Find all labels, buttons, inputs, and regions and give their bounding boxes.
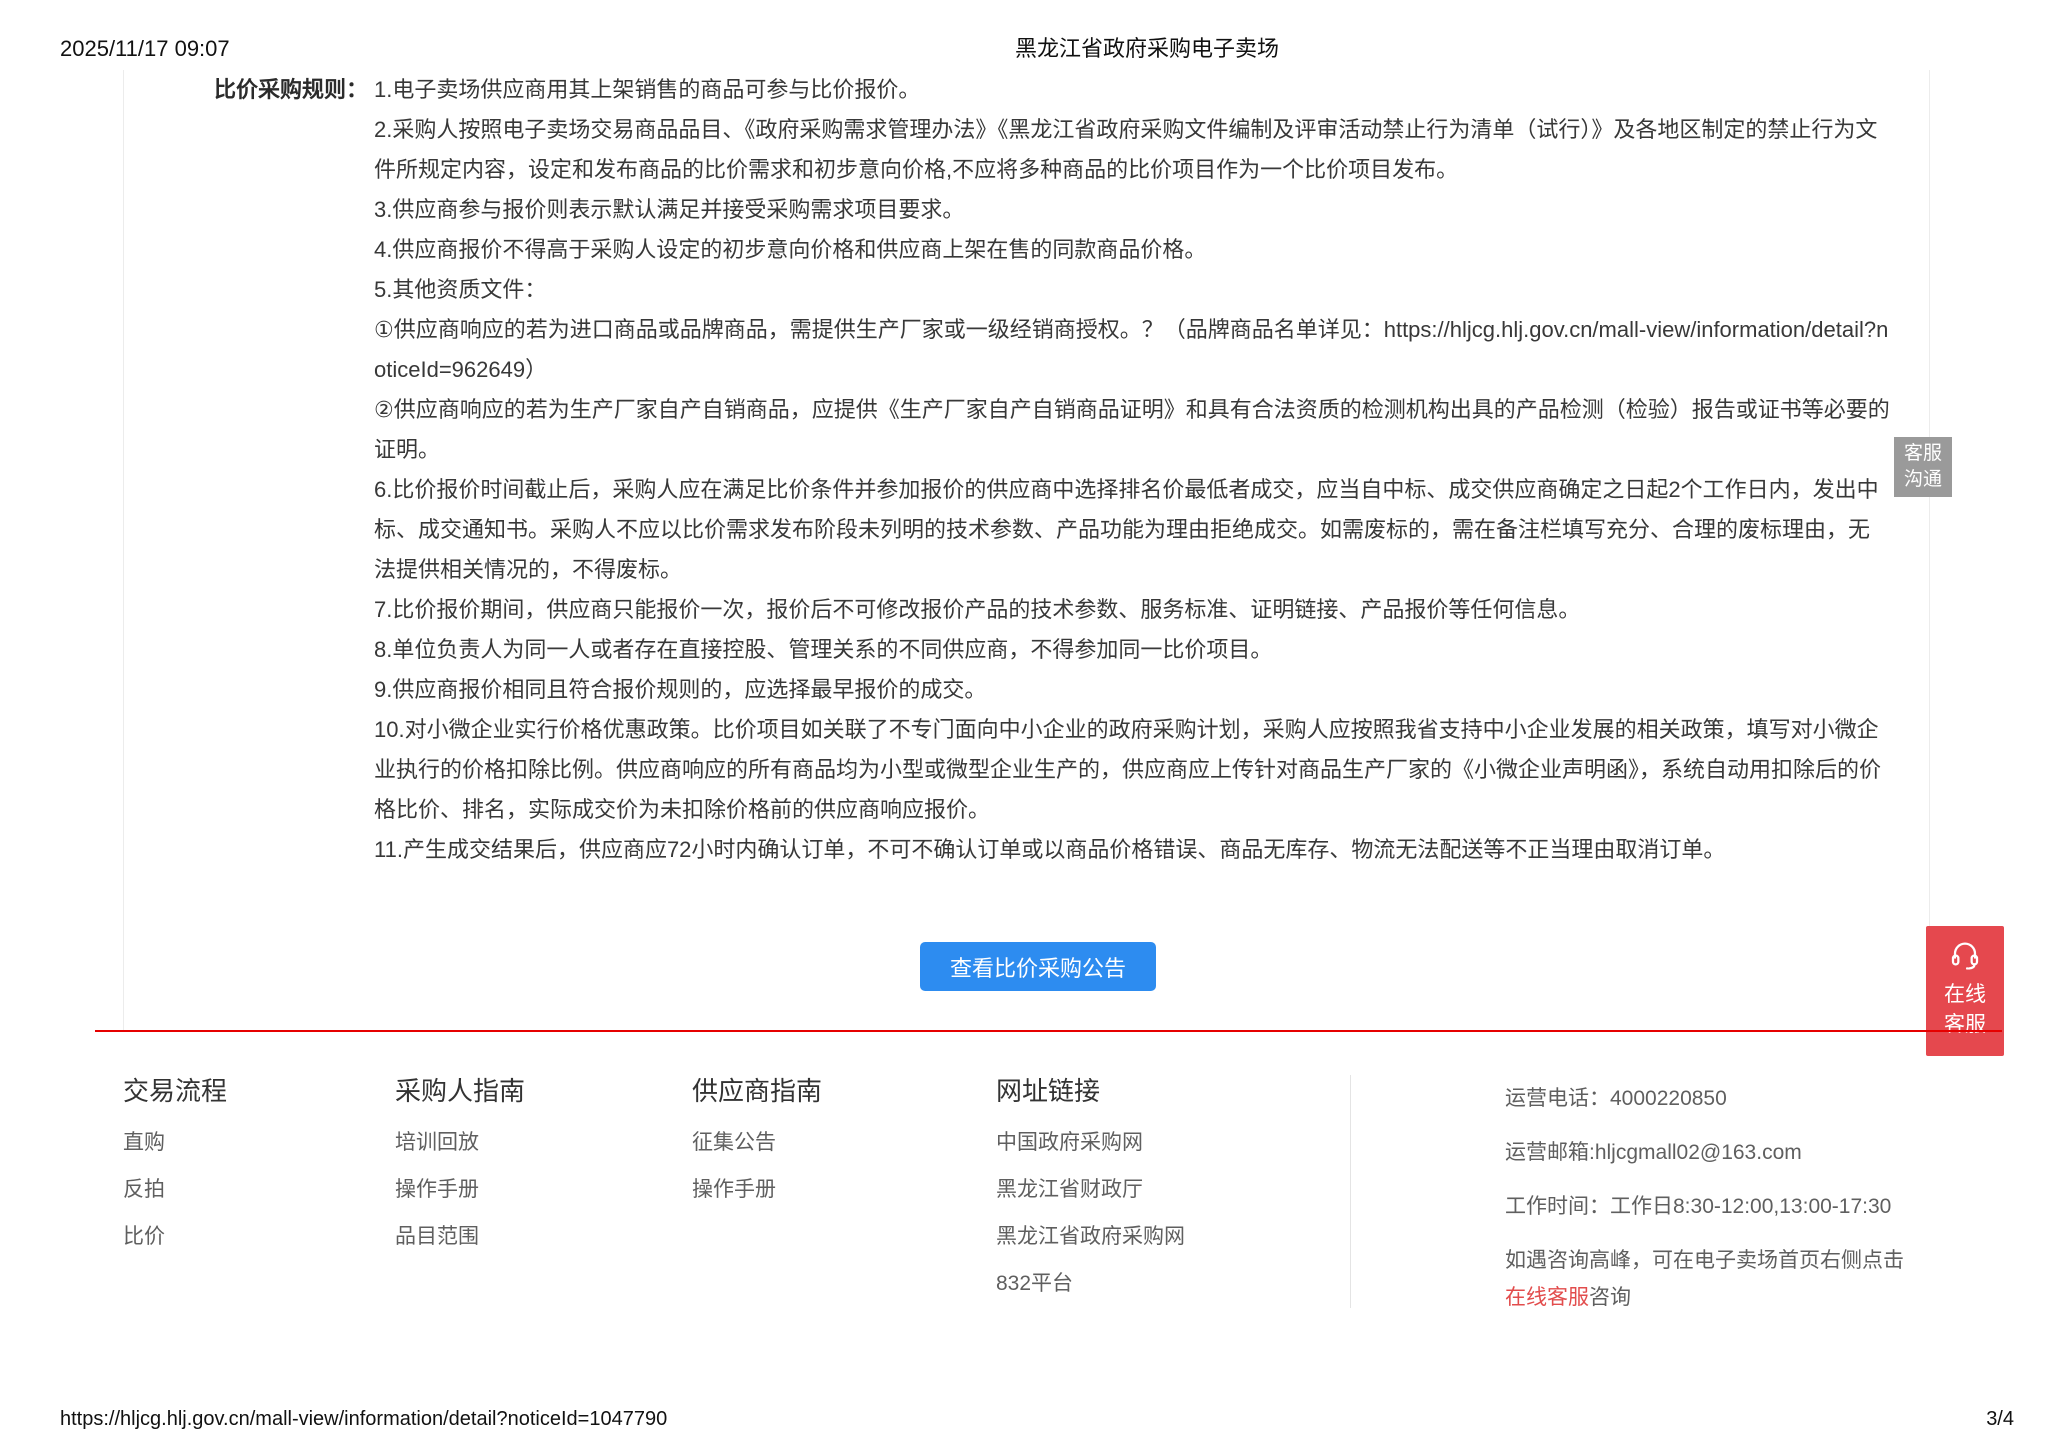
online-service-label-line2: 客服 <box>1926 1010 2004 1040</box>
headset-icon <box>1949 958 1981 975</box>
print-footer-url: https://hljcg.hlj.gov.cn/mall-view/infor… <box>60 1408 667 1430</box>
rule-item: 4.供应商报价不得高于采购人设定的初步意向价格和供应商上架在售的同款商品价格。 <box>374 230 1890 270</box>
footer-link[interactable]: 操作手册 <box>692 1179 996 1201</box>
footer-link[interactable]: 比价 <box>123 1226 395 1248</box>
rule-item: 2.采购人按照电子卖场交易商品品目、《政府采购需求管理办法》《黑龙江省政府采购文… <box>374 110 1890 190</box>
print-page-title: 黑龙江省政府采购电子卖场 <box>1015 38 1279 60</box>
footer-vertical-divider <box>1350 1075 1351 1308</box>
rule-item: 1.电子卖场供应商用其上架销售的商品可参与比价报价。 <box>374 70 1890 110</box>
footer-link[interactable]: 黑龙江省财政厅 <box>996 1179 1350 1201</box>
rule-item: ①供应商响应的若为进口商品或品牌商品，需提供生产厂家或一级经销商授权。？（品牌商… <box>374 310 1890 390</box>
footer-contact: 运营电话：4000220850 运营邮箱:hljcgmall02@163.com… <box>1505 1088 1904 1309</box>
contact-phone: 运营电话：4000220850 <box>1505 1088 1904 1110</box>
footer-column-title: 交易流程 <box>123 1075 395 1107</box>
page: 2025/11/17 09:07 黑龙江省政府采购电子卖场 比价采购规则： 1.… <box>0 0 2048 1447</box>
footer-link[interactable]: 征集公告 <box>692 1132 996 1154</box>
contact-note-suffix: 咨询 <box>1589 1286 1631 1309</box>
contact-hours: 工作时间：工作日8:30-12:00,13:00-17:30 <box>1505 1196 1904 1218</box>
online-service-widget[interactable]: 在线 客服 <box>1926 926 2004 1056</box>
footer-column-purchaser-guide: 采购人指南 培训回放操作手册品目范围 <box>395 1075 692 1295</box>
footer-column-links: 培训回放操作手册品目范围 <box>395 1132 692 1248</box>
footer-column-links: 征集公告操作手册 <box>692 1132 996 1201</box>
rule-item: 10.对小微企业实行价格优惠政策。比价项目如关联了不专门面向中小企业的政府采购计… <box>374 710 1890 830</box>
footer-red-divider <box>95 1030 2002 1032</box>
footer-link[interactable]: 反拍 <box>123 1179 395 1201</box>
content-frame: 比价采购规则： 1.电子卖场供应商用其上架销售的商品可参与比价报价。 2.采购人… <box>123 70 1930 1031</box>
chat-service-tab-line1: 客服 <box>1894 441 1952 467</box>
site-footer: 交易流程 直购反拍比价 采购人指南 培训回放操作手册品目范围 供应商指南 征集公… <box>123 1075 1350 1295</box>
footer-link[interactable]: 中国政府采购网 <box>996 1132 1350 1154</box>
footer-column-supplier-guide: 供应商指南 征集公告操作手册 <box>692 1075 996 1295</box>
footer-link[interactable]: 操作手册 <box>395 1179 692 1201</box>
rules-section-label: 比价采购规则： <box>124 70 368 110</box>
rule-item: 5.其他资质文件： <box>374 270 1890 310</box>
footer-link[interactable]: 品目范围 <box>395 1226 692 1248</box>
footer-column-title: 供应商指南 <box>692 1075 996 1107</box>
chat-service-tab-line2: 沟通 <box>1894 467 1952 493</box>
footer-column-title: 网址链接 <box>996 1075 1350 1107</box>
rule-item: 11.产生成交结果后，供应商应72小时内确认订单，不可不确认订单或以商品价格错误… <box>374 830 1890 870</box>
rules-section: 比价采购规则： 1.电子卖场供应商用其上架销售的商品可参与比价报价。 2.采购人… <box>124 70 1929 870</box>
contact-note: 如遇咨询高峰，可在电子卖场首页右侧点击 <box>1505 1250 1904 1272</box>
footer-link[interactable]: 832平台 <box>996 1273 1350 1295</box>
rule-item: 9.供应商报价相同且符合报价规则的，应选择最早报价的成交。 <box>374 670 1890 710</box>
rule-item: 3.供应商参与报价则表示默认满足并接受采购需求项目要求。 <box>374 190 1890 230</box>
contact-email: 运营邮箱:hljcgmall02@163.com <box>1505 1142 1904 1164</box>
contact-note-line2: 在线客服咨询 <box>1505 1287 1904 1309</box>
footer-column-title: 采购人指南 <box>395 1075 692 1107</box>
rule-item: 7.比价报价期间，供应商只能报价一次，报价后不可修改报价产品的技术参数、服务标准… <box>374 590 1890 630</box>
footer-column-website-links: 网址链接 中国政府采购网黑龙江省财政厅黑龙江省政府采购网 832平台 <box>996 1075 1350 1295</box>
view-announcement-button[interactable]: 查看比价采购公告 <box>920 942 1156 991</box>
print-footer-page-number: 3/4 <box>1986 1408 2014 1430</box>
footer-column-trade-process: 交易流程 直购反拍比价 <box>123 1075 395 1295</box>
footer-link[interactable]: 黑龙江省政府采购网 <box>996 1226 1350 1248</box>
rules-list: 1.电子卖场供应商用其上架销售的商品可参与比价报价。 2.采购人按照电子卖场交易… <box>374 70 1890 870</box>
print-datetime: 2025/11/17 09:07 <box>60 38 230 60</box>
chat-service-tab[interactable]: 客服 沟通 <box>1894 437 1952 497</box>
footer-column-links: 中国政府采购网黑龙江省财政厅黑龙江省政府采购网 832平台 <box>996 1132 1350 1295</box>
footer-column-links: 直购反拍比价 <box>123 1132 395 1248</box>
footer-link[interactable]: 培训回放 <box>395 1132 692 1154</box>
online-service-label-line1: 在线 <box>1926 980 2004 1010</box>
rule-item: 8.单位负责人为同一人或者存在直接控股、管理关系的不同供应商，不得参加同一比价项… <box>374 630 1890 670</box>
rule-item: 6.比价报价时间截止后，采购人应在满足比价条件并参加报价的供应商中选择排名价最低… <box>374 470 1890 590</box>
footer-link[interactable]: 直购 <box>123 1132 395 1154</box>
rule-item: ②供应商响应的若为生产厂家自产自销商品，应提供《生产厂家自产自销商品证明》和具有… <box>374 390 1890 470</box>
online-service-link[interactable]: 在线客服 <box>1505 1286 1589 1309</box>
